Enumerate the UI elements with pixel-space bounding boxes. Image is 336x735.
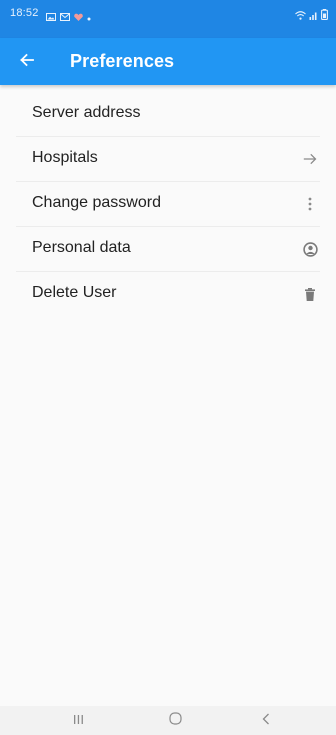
arrow-back-icon (20, 53, 34, 72)
pref-item-label: Server address (32, 104, 141, 121)
back-nav-button[interactable] (246, 710, 286, 732)
battery-icon (321, 7, 328, 25)
more-vertical-icon (300, 194, 320, 214)
signal-icon (309, 7, 318, 25)
pref-item-hospitals[interactable]: Hospitals (16, 137, 320, 182)
shield-icon (74, 8, 83, 26)
gallery-icon (46, 8, 56, 26)
recent-apps-button[interactable] (58, 710, 98, 732)
dot-icon (87, 8, 91, 26)
back-button[interactable] (14, 49, 40, 75)
system-nav-bar (0, 706, 336, 735)
home-button[interactable] (155, 710, 195, 732)
pref-item-change-password[interactable]: Change password (16, 182, 320, 227)
pref-item-label: Delete User (32, 284, 117, 301)
home-icon (168, 712, 182, 730)
mail-icon (60, 8, 70, 26)
status-notification-icons (46, 8, 91, 26)
recent-apps-icon (73, 712, 84, 730)
app-bar: Preferences (0, 38, 336, 85)
pref-item-label: Personal data (32, 239, 131, 256)
pref-item-server-address[interactable]: Server address (16, 92, 320, 137)
status-bar: 18:52 (0, 0, 336, 38)
pref-item-personal-data[interactable]: Personal data (16, 227, 320, 272)
status-system-icons (295, 7, 328, 25)
arrow-forward-icon (300, 149, 320, 169)
preferences-list: Server address Hospitals Change password… (0, 92, 336, 316)
wifi-icon (295, 7, 306, 25)
status-time: 18:52 (10, 7, 39, 19)
back-icon (262, 712, 270, 730)
page-title: Preferences (70, 51, 175, 71)
pref-item-label: Change password (32, 194, 161, 211)
trash-icon (300, 284, 320, 304)
account-circle-icon (300, 239, 320, 259)
pref-item-label: Hospitals (32, 149, 98, 166)
pref-item-delete-user[interactable]: Delete User (16, 272, 320, 316)
